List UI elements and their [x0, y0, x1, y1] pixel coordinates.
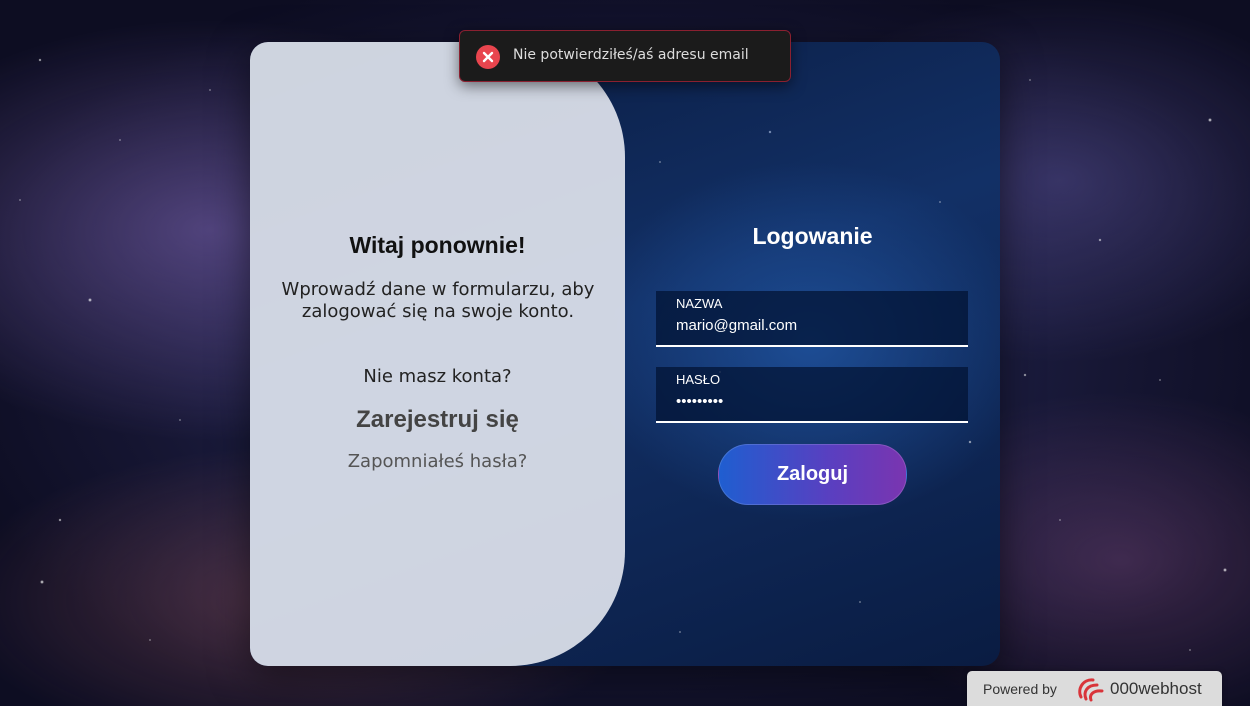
welcome-title: Witaj ponownie!: [349, 232, 526, 258]
powered-by-brand: 000webhost: [1110, 679, 1202, 698]
welcome-description: Wprowadź dane w formularzu, aby zalogowa…: [281, 279, 595, 322]
error-toast: Nie potwierdziłeś/aś adresu email: [459, 30, 791, 82]
login-title: Logowanie: [752, 223, 873, 249]
username-input[interactable]: [676, 315, 956, 335]
forgot-password-link[interactable]: Zapomniałeś hasła?: [250, 451, 625, 472]
username-field[interactable]: NAZWA: [656, 291, 968, 347]
error-icon: [476, 45, 500, 69]
welcome-panel: Witaj ponownie! Wprowadź dane w formular…: [250, 42, 625, 666]
no-account-text: Nie masz konta?: [363, 366, 512, 387]
powered-by-label: Powered by: [983, 681, 1057, 697]
register-link[interactable]: Zarejestruj się: [250, 406, 625, 434]
login-card: Witaj ponownie! Wprowadź dane w formular…: [250, 42, 1000, 666]
login-button[interactable]: Zaloguj: [718, 444, 907, 505]
password-field[interactable]: HASŁO: [656, 367, 968, 423]
000webhost-logo-icon: [1075, 675, 1107, 706]
username-label: NAZWA: [676, 296, 723, 311]
powered-by-badge[interactable]: Powered by 000webhost: [967, 671, 1222, 706]
password-label: HASŁO: [676, 372, 721, 387]
error-toast-message: Nie potwierdziłeś/aś adresu email: [513, 47, 749, 63]
password-input[interactable]: [676, 391, 956, 411]
